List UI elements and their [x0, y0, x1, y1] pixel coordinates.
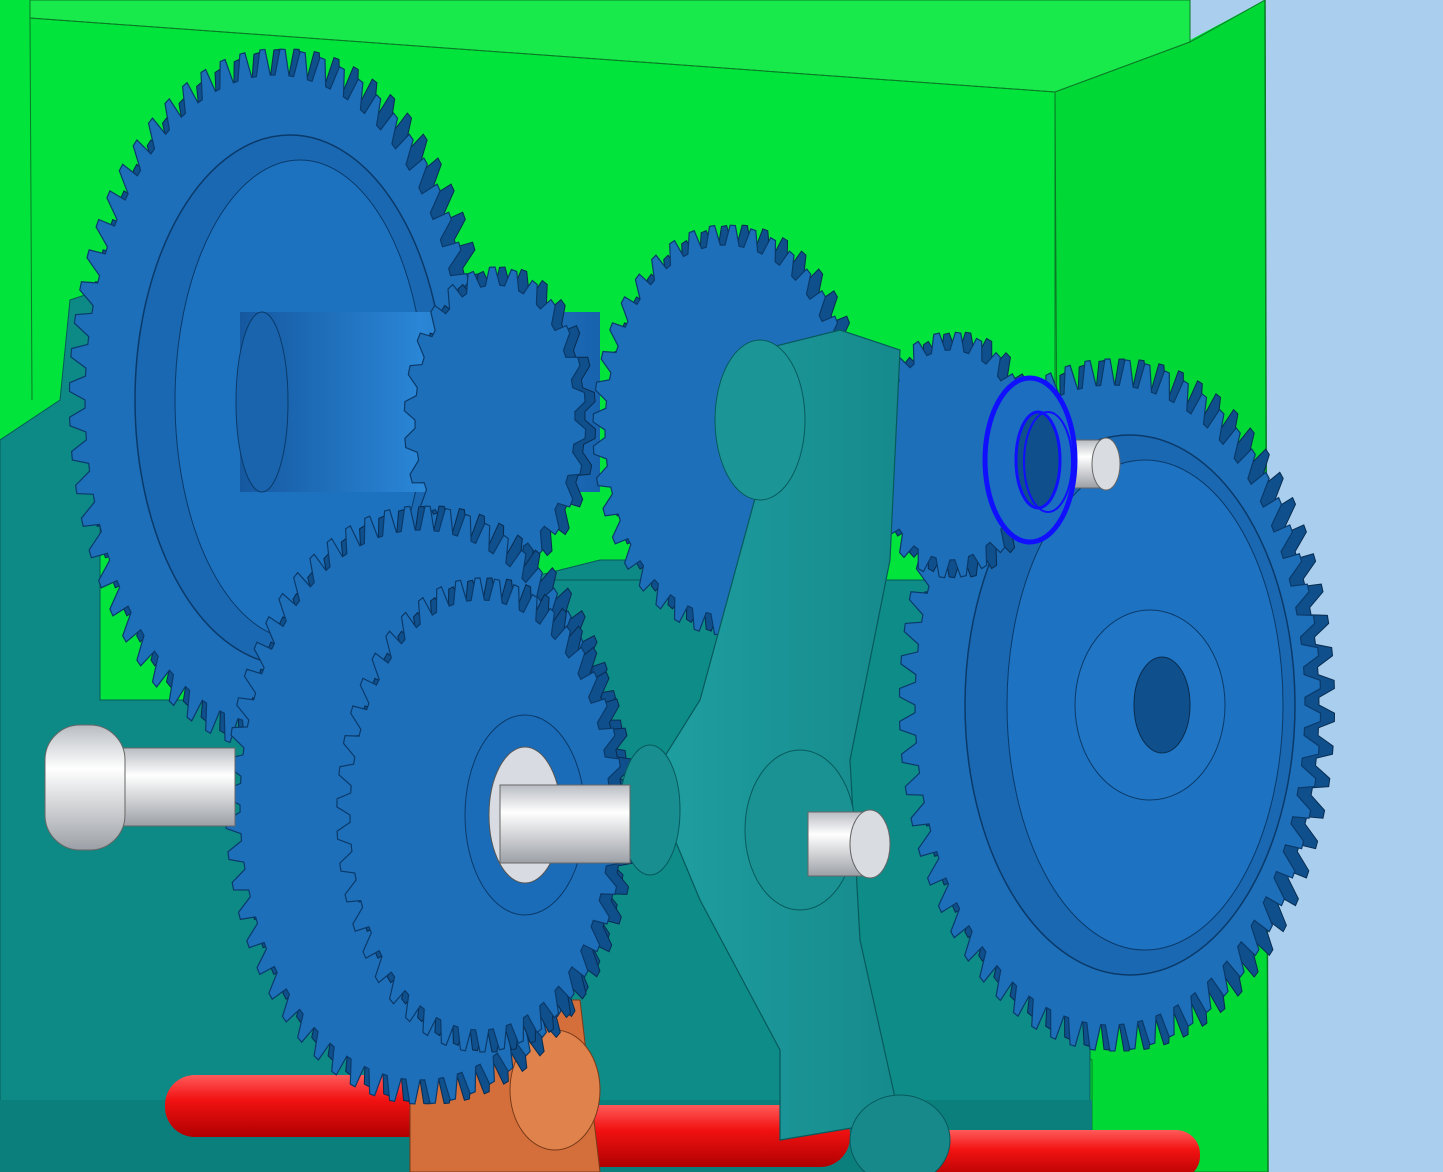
swing-arm-upper-boss — [714, 339, 806, 501]
arm-pivot-pin-end — [849, 809, 891, 879]
hub-end — [235, 311, 289, 493]
gear-assembly-scene[interactable] — [0, 0, 1443, 1172]
upper-right-pin-end — [1091, 437, 1121, 491]
selected-washer[interactable] — [982, 375, 1078, 545]
gear-bore — [1133, 656, 1191, 754]
center-shaft — [499, 784, 631, 864]
cad-viewport[interactable] — [0, 0, 1443, 1172]
left-pin-head — [44, 724, 126, 851]
washer-inner-bore — [1014, 410, 1062, 510]
red-rod-segment — [910, 1130, 1200, 1172]
